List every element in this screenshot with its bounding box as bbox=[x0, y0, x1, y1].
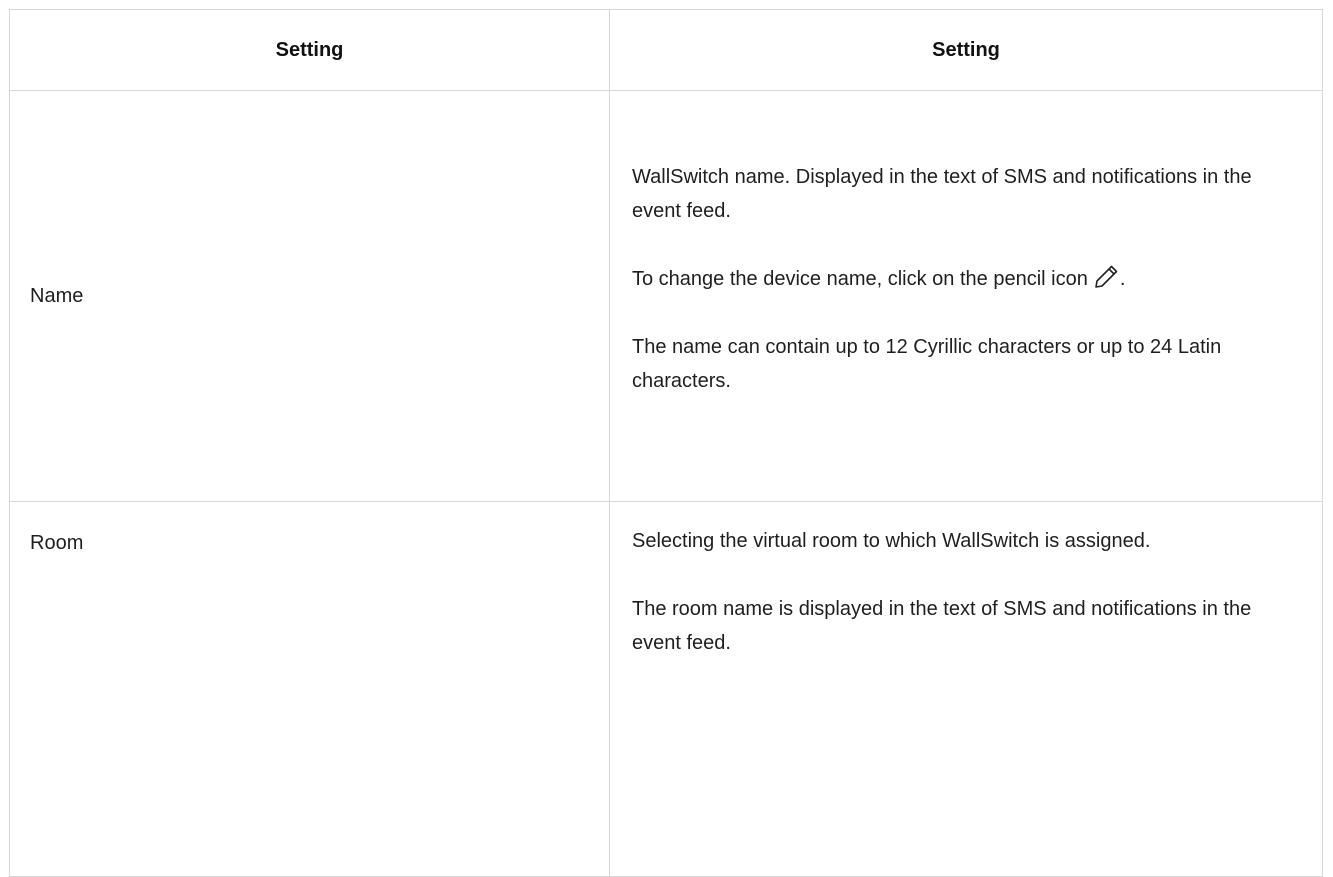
name-paragraph-3: The name can contain up to 12 Cyrillic c… bbox=[632, 336, 1222, 392]
name-paragraph-2: To change the device name, click on the … bbox=[632, 262, 1302, 296]
table-header: Setting Setting bbox=[9, 9, 1323, 91]
header-row: Setting Setting bbox=[9, 9, 1323, 91]
setting-label-room: Room bbox=[9, 501, 610, 877]
pencil-icon-suffix: . bbox=[1119, 268, 1126, 290]
setting-description-name: WallSwitch name. Displayed in the text o… bbox=[609, 90, 1323, 502]
table-row-room: Room Selecting the virtual room to which… bbox=[9, 501, 1323, 877]
table-row-name: Name WallSwitch name. Displayed in the t… bbox=[9, 90, 1323, 502]
setting-label-name: Name bbox=[9, 90, 610, 502]
header-description: Setting bbox=[609, 9, 1323, 91]
settings-table: Setting Setting Name WallSwitch name. Di… bbox=[9, 9, 1323, 877]
setting-description-room: Selecting the virtual room to which Wall… bbox=[609, 501, 1323, 877]
pencil-icon bbox=[1092, 263, 1120, 291]
room-paragraph-2: The room name is displayed in the text o… bbox=[632, 598, 1252, 654]
name-paragraph-2-text: To change the device name, click on the … bbox=[632, 268, 1088, 290]
name-paragraph-1: WallSwitch name. Displayed in the text o… bbox=[632, 166, 1252, 222]
header-setting: Setting bbox=[9, 9, 610, 91]
room-paragraph-1: Selecting the virtual room to which Wall… bbox=[632, 530, 1151, 552]
